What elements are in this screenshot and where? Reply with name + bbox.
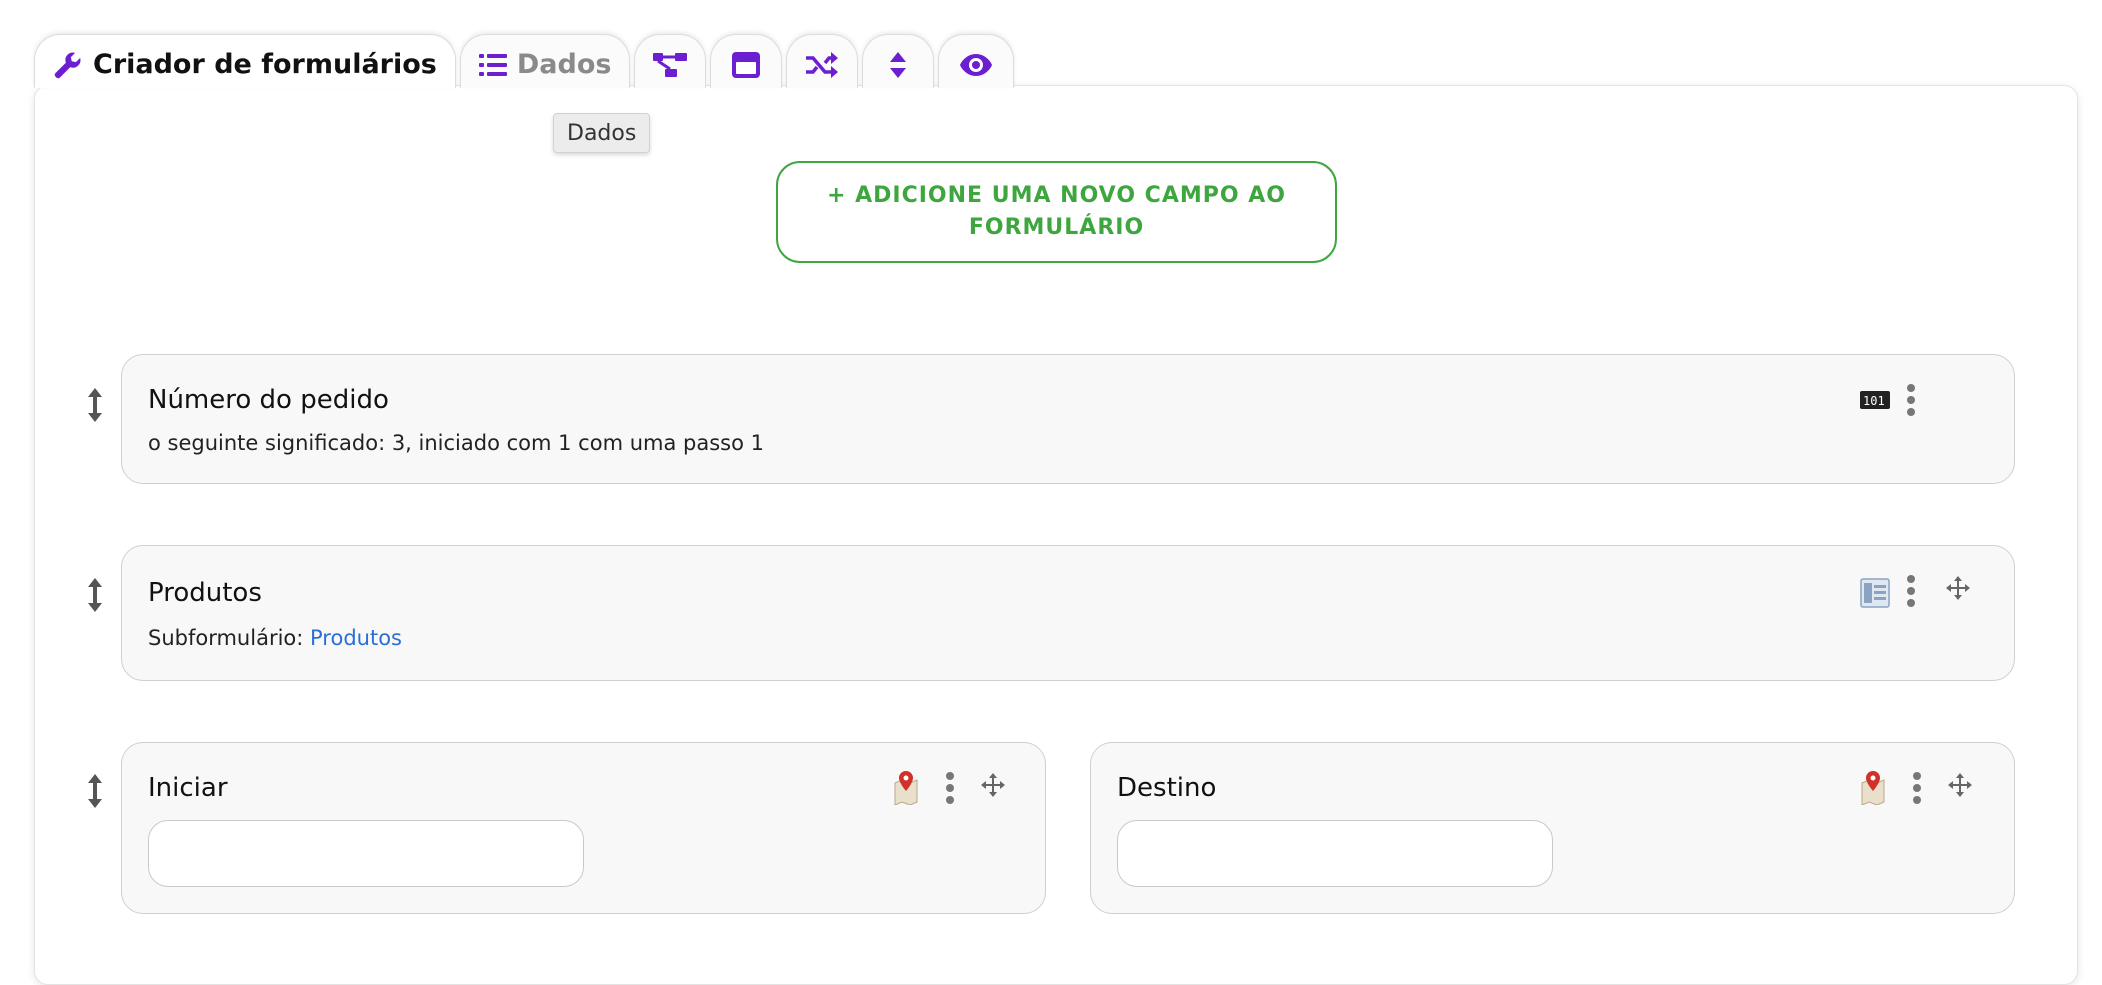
subform-icon	[1860, 578, 1890, 613]
tab-layout[interactable]	[710, 34, 783, 88]
start-location-input[interactable]	[148, 820, 584, 887]
tab-workflow[interactable]	[634, 34, 707, 88]
drag-handle-icon[interactable]	[84, 774, 106, 808]
tab-form-builder[interactable]: Criador de formulários	[34, 34, 456, 88]
add-field-button[interactable]: + ADICIONE UMA NOVO CAMPO AO FORMULÁRIO	[776, 161, 1337, 263]
field-description: o seguinte significado: 3, iniciado com …	[148, 431, 764, 455]
tooltip: Dados	[553, 113, 651, 153]
sitemap-icon	[653, 51, 688, 79]
tab-data-label: Dados	[516, 49, 612, 80]
tab-bar: Criador de formulários Dados	[34, 34, 1015, 88]
more-options-icon[interactable]	[1906, 574, 1916, 613]
list-icon	[478, 52, 507, 78]
tab-form-builder-label: Criador de formulários	[93, 49, 437, 80]
shuffle-icon	[806, 51, 839, 78]
field-card-destination[interactable]: Destino	[1090, 742, 2015, 914]
more-options-icon[interactable]	[1912, 771, 1922, 810]
sort-icon	[889, 51, 907, 78]
field-card-order-number[interactable]: Número do pedido o seguinte significado:…	[121, 354, 2015, 484]
tab-data[interactable]: Dados	[459, 34, 631, 88]
move-icon[interactable]	[1946, 576, 1970, 605]
field-card-start[interactable]: Iniciar	[121, 742, 1046, 914]
field-title: Número do pedido	[148, 385, 389, 415]
drag-handle-icon[interactable]	[84, 388, 106, 422]
move-icon[interactable]	[1948, 773, 1972, 802]
field-title: Produtos	[148, 578, 262, 608]
window-icon	[731, 51, 761, 79]
field-title: Iniciar	[148, 773, 228, 803]
field-description: Subformulário: Produtos	[148, 626, 402, 650]
more-options-icon[interactable]	[1906, 383, 1916, 422]
tab-shuffle[interactable]	[786, 34, 859, 88]
svg-text:101: 101	[1863, 394, 1885, 408]
destination-input[interactable]	[1117, 820, 1553, 887]
eye-icon	[959, 53, 993, 77]
tab-sort[interactable]	[862, 34, 935, 88]
subform-prefix: Subformulário:	[148, 626, 311, 650]
field-title: Destino	[1117, 773, 1217, 803]
more-options-icon[interactable]	[945, 771, 955, 810]
counter-icon: 101	[1860, 389, 1890, 416]
map-pin-icon	[1860, 771, 1886, 810]
tab-preview[interactable]	[938, 34, 1015, 88]
field-card-products[interactable]: Produtos Subformulário: Produtos	[121, 545, 2015, 681]
subform-link[interactable]: Produtos	[310, 626, 402, 650]
map-pin-icon	[893, 771, 919, 810]
wrench-icon	[53, 50, 83, 80]
drag-handle-icon[interactable]	[84, 578, 106, 612]
move-icon[interactable]	[981, 773, 1005, 802]
